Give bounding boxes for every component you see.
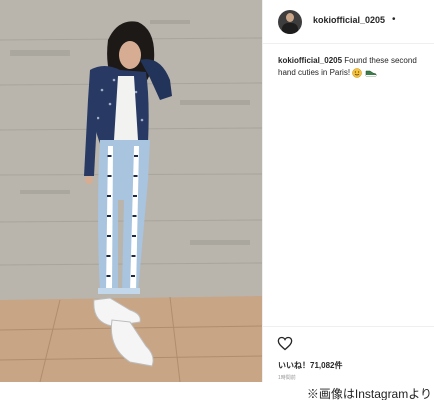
post-sidebar: kokiofficial_0205 • kokiofficial_0205 Fo… bbox=[262, 0, 434, 382]
likes-count[interactable]: いいね！71,082件 bbox=[278, 360, 342, 371]
photo-woman-wall bbox=[0, 0, 262, 382]
instagram-post: kokiofficial_0205 • kokiofficial_0205 Fo… bbox=[0, 0, 434, 382]
post-photo[interactable] bbox=[0, 0, 262, 382]
post-actions: いいね！71,082件 1時間前 bbox=[263, 326, 434, 382]
avatar-body-shape bbox=[282, 23, 298, 34]
post-caption: kokiofficial_0205 Found these second han… bbox=[278, 55, 432, 79]
sneaker-icon bbox=[365, 70, 376, 77]
avatar[interactable] bbox=[278, 10, 302, 34]
heart-outline-icon[interactable] bbox=[277, 336, 293, 351]
smiling-face-icon bbox=[352, 68, 363, 78]
post-timestamp: 1時間前 bbox=[278, 375, 296, 381]
more-dot: • bbox=[392, 14, 396, 25]
username-link[interactable]: kokiofficial_0205 bbox=[313, 15, 385, 25]
caption-username[interactable]: kokiofficial_0205 bbox=[278, 56, 342, 65]
avatar-head-shape bbox=[286, 13, 294, 22]
image-credit: ※画像はInstagramより bbox=[306, 387, 432, 400]
post-header: kokiofficial_0205 • bbox=[263, 0, 434, 44]
